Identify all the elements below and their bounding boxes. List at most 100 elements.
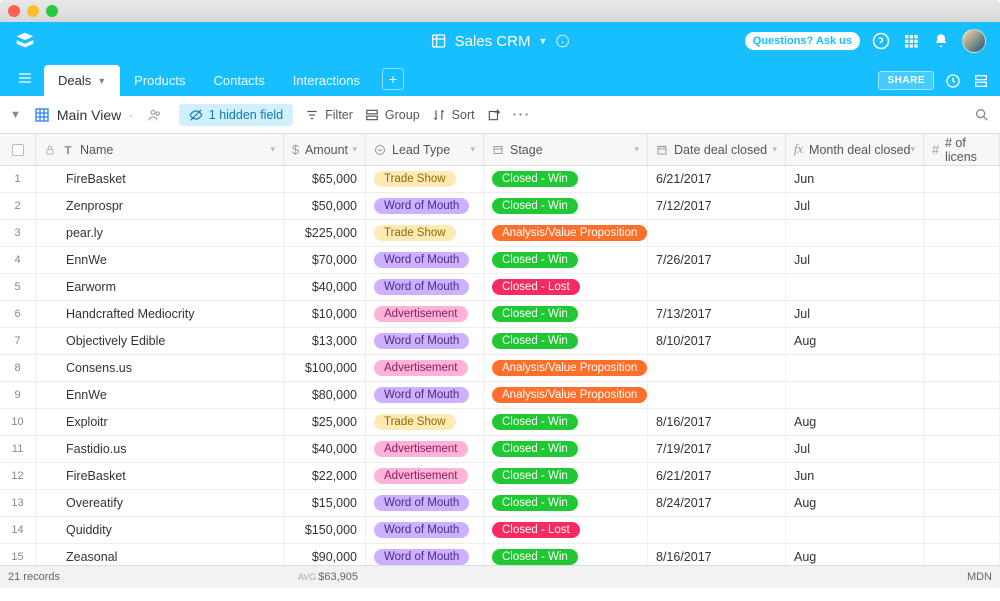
cell-lead-type[interactable]: Trade Show [366, 409, 484, 435]
views-dropdown-icon[interactable]: ▼ [10, 109, 21, 121]
table-row[interactable]: 8Consens.us$100,000AdvertisementAnalysis… [0, 355, 1000, 382]
cell-amount[interactable]: $70,000 [284, 247, 366, 273]
close-window-button[interactable] [8, 5, 20, 17]
cell-lead-type[interactable]: Word of Mouth [366, 328, 484, 354]
column-header-month-closed[interactable]: fx Month deal closed▾ [786, 134, 924, 165]
tab-deals[interactable]: Deals▼ [44, 65, 120, 96]
cell-amount[interactable]: $25,000 [284, 409, 366, 435]
cell-name[interactable]: Overeatify [36, 490, 284, 516]
cell-lead-type[interactable]: Advertisement [366, 301, 484, 327]
help-icon[interactable] [872, 32, 890, 50]
cell-licenses[interactable] [924, 436, 1000, 462]
cell-name[interactable]: Objectively Edible [36, 328, 284, 354]
collaborators-icon[interactable] [147, 107, 163, 123]
cell-licenses[interactable] [924, 247, 1000, 273]
cell-stage[interactable]: Closed - Win [484, 490, 648, 516]
more-options-icon[interactable]: ··· [513, 108, 532, 122]
cell-licenses[interactable] [924, 490, 1000, 516]
cell-month-closed[interactable]: Jul [786, 301, 924, 327]
cell-name[interactable]: Consens.us [36, 355, 284, 381]
cell-licenses[interactable] [924, 517, 1000, 543]
cell-date-closed[interactable] [648, 355, 786, 381]
cell-date-closed[interactable] [648, 220, 786, 246]
tab-contacts[interactable]: Contacts [199, 65, 278, 96]
cell-month-closed[interactable]: Aug [786, 409, 924, 435]
cell-lead-type[interactable]: Trade Show [366, 166, 484, 192]
table-row[interactable]: 6Handcrafted Mediocrity$10,000Advertisem… [0, 301, 1000, 328]
share-button[interactable]: SHARE [878, 71, 934, 90]
cell-name[interactable]: Handcrafted Mediocrity [36, 301, 284, 327]
search-icon[interactable] [974, 107, 990, 123]
base-title[interactable]: Sales CRM [455, 33, 531, 50]
cell-amount[interactable]: $100,000 [284, 355, 366, 381]
cell-date-closed[interactable]: 7/12/2017 [648, 193, 786, 219]
cell-month-closed[interactable]: Jul [786, 436, 924, 462]
cell-month-closed[interactable]: Jun [786, 166, 924, 192]
cell-licenses[interactable] [924, 274, 1000, 300]
cell-stage[interactable]: Closed - Win [484, 193, 648, 219]
blocks-icon[interactable] [972, 72, 990, 90]
column-header-stage[interactable]: Stage▾ [484, 134, 648, 165]
cell-lead-type[interactable]: Word of Mouth [366, 490, 484, 516]
cell-stage[interactable]: Closed - Win [484, 301, 648, 327]
cell-lead-type[interactable]: Word of Mouth [366, 382, 484, 408]
cell-stage[interactable]: Closed - Win [484, 166, 648, 192]
cell-date-closed[interactable] [648, 517, 786, 543]
cell-lead-type[interactable]: Word of Mouth [366, 193, 484, 219]
cell-month-closed[interactable]: Jun [786, 463, 924, 489]
cell-amount[interactable]: $50,000 [284, 193, 366, 219]
cell-month-closed[interactable] [786, 220, 924, 246]
table-row[interactable]: 9EnnWe$80,000Word of MouthAnalysis/Value… [0, 382, 1000, 409]
cell-date-closed[interactable]: 7/19/2017 [648, 436, 786, 462]
cell-month-closed[interactable]: Jul [786, 193, 924, 219]
cell-amount[interactable]: $225,000 [284, 220, 366, 246]
cell-stage[interactable]: Analysis/Value Proposition [484, 382, 648, 408]
cell-stage[interactable]: Closed - Win [484, 328, 648, 354]
select-all-checkbox[interactable] [12, 144, 24, 156]
hidden-fields-button[interactable]: 1 hidden field [179, 104, 293, 126]
cell-stage[interactable]: Closed - Win [484, 409, 648, 435]
cell-licenses[interactable] [924, 301, 1000, 327]
cell-month-closed[interactable] [786, 274, 924, 300]
cell-month-closed[interactable]: Aug [786, 490, 924, 516]
cell-licenses[interactable] [924, 193, 1000, 219]
cell-lead-type[interactable]: Trade Show [366, 220, 484, 246]
cell-amount[interactable]: $150,000 [284, 517, 366, 543]
column-header-name[interactable]: Name▾ [36, 134, 284, 165]
table-row[interactable]: 7Objectively Edible$13,000Word of MouthC… [0, 328, 1000, 355]
app-logo-icon[interactable] [14, 30, 36, 52]
table-row[interactable]: 5Earworm$40,000Word of MouthClosed - Los… [0, 274, 1000, 301]
table-row[interactable]: 10Exploitr$25,000Trade ShowClosed - Win8… [0, 409, 1000, 436]
cell-licenses[interactable] [924, 463, 1000, 489]
cell-amount[interactable]: $80,000 [284, 382, 366, 408]
cell-licenses[interactable] [924, 382, 1000, 408]
cell-amount[interactable]: $10,000 [284, 301, 366, 327]
cell-name[interactable]: Exploitr [36, 409, 284, 435]
cell-name[interactable]: Zenprospr [36, 193, 284, 219]
select-all-cell[interactable] [0, 134, 36, 165]
summary-avg[interactable]: AVG$63,905 [284, 571, 366, 583]
cell-stage[interactable]: Analysis/Value Proposition [484, 355, 648, 381]
cell-licenses[interactable] [924, 409, 1000, 435]
cell-month-closed[interactable] [786, 355, 924, 381]
cell-date-closed[interactable]: 8/24/2017 [648, 490, 786, 516]
view-switcher[interactable]: Main View ⌄ [33, 106, 135, 124]
table-row[interactable]: 11Fastidio.us$40,000AdvertisementClosed … [0, 436, 1000, 463]
table-row[interactable]: 2Zenprospr$50,000Word of MouthClosed - W… [0, 193, 1000, 220]
cell-amount[interactable]: $40,000 [284, 274, 366, 300]
table-row[interactable]: 12FireBasket$22,000AdvertisementClosed -… [0, 463, 1000, 490]
history-icon[interactable] [944, 72, 962, 90]
apps-icon[interactable] [902, 32, 920, 50]
questions-button[interactable]: Questions? Ask us [745, 32, 860, 50]
cell-stage[interactable]: Closed - Win [484, 247, 648, 273]
maximize-window-button[interactable] [46, 5, 58, 17]
cell-stage[interactable]: Analysis/Value Proposition [484, 220, 648, 246]
cell-date-closed[interactable] [648, 274, 786, 300]
cell-amount[interactable]: $22,000 [284, 463, 366, 489]
table-row[interactable]: 3pear.ly$225,000Trade ShowAnalysis/Value… [0, 220, 1000, 247]
cell-date-closed[interactable] [648, 382, 786, 408]
cell-amount[interactable]: $40,000 [284, 436, 366, 462]
cell-name[interactable]: pear.ly [36, 220, 284, 246]
chevron-down-icon[interactable]: ▼ [538, 36, 547, 46]
cell-lead-type[interactable]: Word of Mouth [366, 247, 484, 273]
